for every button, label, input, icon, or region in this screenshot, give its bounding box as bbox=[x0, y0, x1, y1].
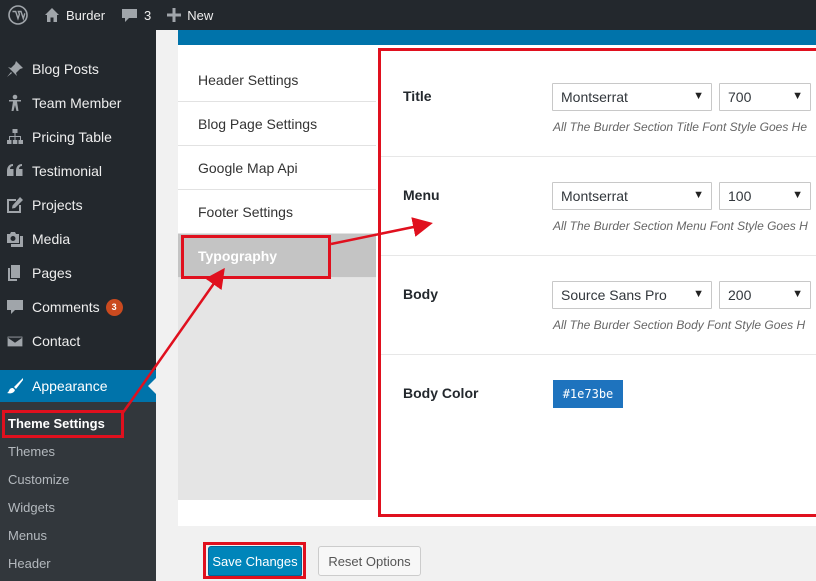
sidebar-item-blog-posts[interactable]: Blog Posts bbox=[0, 52, 156, 86]
menu-description: All The Burder Section Menu Font Style G… bbox=[553, 219, 808, 233]
dropdown-arrow-icon: ▼ bbox=[693, 288, 704, 300]
sidebar-item-label: Projects bbox=[32, 197, 83, 213]
tab-typography[interactable]: Typography bbox=[178, 234, 376, 278]
body-color-picker[interactable]: #1e73be bbox=[553, 380, 623, 408]
tab-blog-page-settings[interactable]: Blog Page Settings bbox=[178, 102, 376, 146]
site-name-link[interactable]: Burder bbox=[36, 0, 113, 30]
menu-weight-select[interactable]: 100 ▼ bbox=[719, 182, 811, 210]
submenu-item-themes[interactable]: Themes bbox=[8, 444, 55, 459]
sidebar-item-label: Media bbox=[32, 231, 71, 247]
title-font-select[interactable]: Montserrat ▼ bbox=[552, 83, 712, 111]
media-icon bbox=[5, 229, 25, 249]
reset-options-button[interactable]: Reset Options bbox=[318, 546, 421, 576]
submenu-item-theme-settings[interactable]: Theme Settings bbox=[8, 416, 105, 431]
admin-bar: Burder 3 New bbox=[0, 0, 816, 30]
new-label: New bbox=[187, 7, 214, 23]
wordpress-logo-icon[interactable] bbox=[0, 0, 36, 30]
sidebar-item-projects[interactable]: Projects bbox=[0, 188, 156, 222]
comments-link[interactable]: 3 bbox=[113, 0, 159, 30]
new-content-link[interactable]: New bbox=[159, 0, 221, 30]
sidebar-item-label: Contact bbox=[32, 333, 81, 349]
tab-google-map-api[interactable]: Google Map Api bbox=[178, 146, 376, 190]
pin-icon bbox=[5, 59, 25, 79]
body-weight-select[interactable]: 200 ▼ bbox=[719, 281, 811, 309]
tab-header-settings[interactable]: Header Settings bbox=[178, 58, 376, 102]
sidebar-item-testimonial[interactable]: Testimonial bbox=[0, 154, 156, 188]
sidebar-item-label: Team Member bbox=[32, 95, 122, 111]
pages-icon bbox=[5, 263, 25, 283]
selected-value: Source Sans Pro bbox=[561, 287, 667, 303]
sidebar-item-pricing-table[interactable]: Pricing Table bbox=[0, 120, 156, 154]
submenu-item-widgets[interactable]: Widgets bbox=[8, 500, 55, 515]
dropdown-arrow-icon: ▼ bbox=[693, 189, 704, 201]
sidebar-item-label: Pricing Table bbox=[32, 129, 112, 145]
menu-font-select[interactable]: Montserrat ▼ bbox=[552, 182, 712, 210]
submenu-item-header[interactable]: Header bbox=[8, 556, 51, 571]
settings-tabs: Header Settings Blog Page Settings Googl… bbox=[178, 58, 376, 500]
comments-count: 3 bbox=[144, 7, 152, 23]
quote-icon bbox=[5, 161, 25, 181]
title-description: All The Burder Section Title Font Style … bbox=[553, 120, 808, 134]
comments-badge: 3 bbox=[105, 298, 123, 316]
selected-value: Montserrat bbox=[561, 89, 628, 105]
mail-icon bbox=[5, 331, 25, 351]
selected-value: 200 bbox=[728, 287, 752, 303]
body-description: All The Burder Section Body Font Style G… bbox=[553, 318, 806, 332]
options-header-bar bbox=[178, 30, 816, 45]
sidebar-item-label: Appearance bbox=[32, 378, 108, 394]
selected-value: Montserrat bbox=[561, 188, 628, 204]
body-font-select[interactable]: Source Sans Pro ▼ bbox=[552, 281, 712, 309]
dropdown-arrow-icon: ▼ bbox=[792, 90, 803, 102]
sidebar-item-label: Testimonial bbox=[32, 163, 103, 179]
sidebar-item-label: Blog Posts bbox=[32, 61, 99, 77]
sidebar-item-media[interactable]: Media bbox=[0, 222, 156, 256]
admin-sidebar: Blog Posts Team Member Pricing Table Tes… bbox=[0, 30, 156, 581]
home-icon bbox=[45, 8, 59, 22]
title-weight-select[interactable]: 700 ▼ bbox=[719, 83, 811, 111]
plus-icon bbox=[167, 8, 182, 22]
dropdown-arrow-icon: ▼ bbox=[792, 288, 803, 300]
body-color-row: Body Color bbox=[380, 355, 816, 505]
body-color-label: Body Color bbox=[403, 385, 479, 401]
selected-value: 100 bbox=[728, 188, 752, 204]
sidebar-item-pages[interactable]: Pages bbox=[0, 256, 156, 290]
edit-icon bbox=[5, 195, 25, 215]
body-label: Body bbox=[403, 286, 438, 302]
sidebar-item-label: Pages bbox=[32, 265, 72, 281]
selected-value: 700 bbox=[728, 89, 752, 105]
sidebar-item-team-member[interactable]: Team Member bbox=[0, 86, 156, 120]
appearance-submenu: Theme Settings Themes Customize Widgets … bbox=[0, 402, 156, 581]
sidebar-item-appearance[interactable]: Appearance bbox=[0, 370, 156, 402]
tab-footer-settings[interactable]: Footer Settings bbox=[178, 190, 376, 234]
save-changes-button[interactable]: Save Changes bbox=[208, 546, 302, 576]
paintbrush-icon bbox=[5, 376, 25, 396]
dropdown-arrow-icon: ▼ bbox=[792, 189, 803, 201]
comment-icon bbox=[5, 297, 25, 317]
dropdown-arrow-icon: ▼ bbox=[693, 90, 704, 102]
person-icon bbox=[5, 93, 25, 113]
menu-label: Menu bbox=[403, 187, 440, 203]
sidebar-item-label: Comments bbox=[32, 299, 100, 315]
sitemap-icon bbox=[5, 127, 25, 147]
title-label: Title bbox=[403, 88, 432, 104]
submenu-item-menus[interactable]: Menus bbox=[8, 528, 47, 543]
comment-bubble-icon bbox=[122, 9, 138, 22]
site-name: Burder bbox=[66, 7, 106, 23]
sidebar-item-contact[interactable]: Contact bbox=[0, 324, 156, 358]
sidebar-item-comments[interactable]: Comments 3 bbox=[0, 290, 156, 324]
submenu-item-customize[interactable]: Customize bbox=[8, 472, 69, 487]
current-menu-arrow bbox=[148, 378, 156, 394]
